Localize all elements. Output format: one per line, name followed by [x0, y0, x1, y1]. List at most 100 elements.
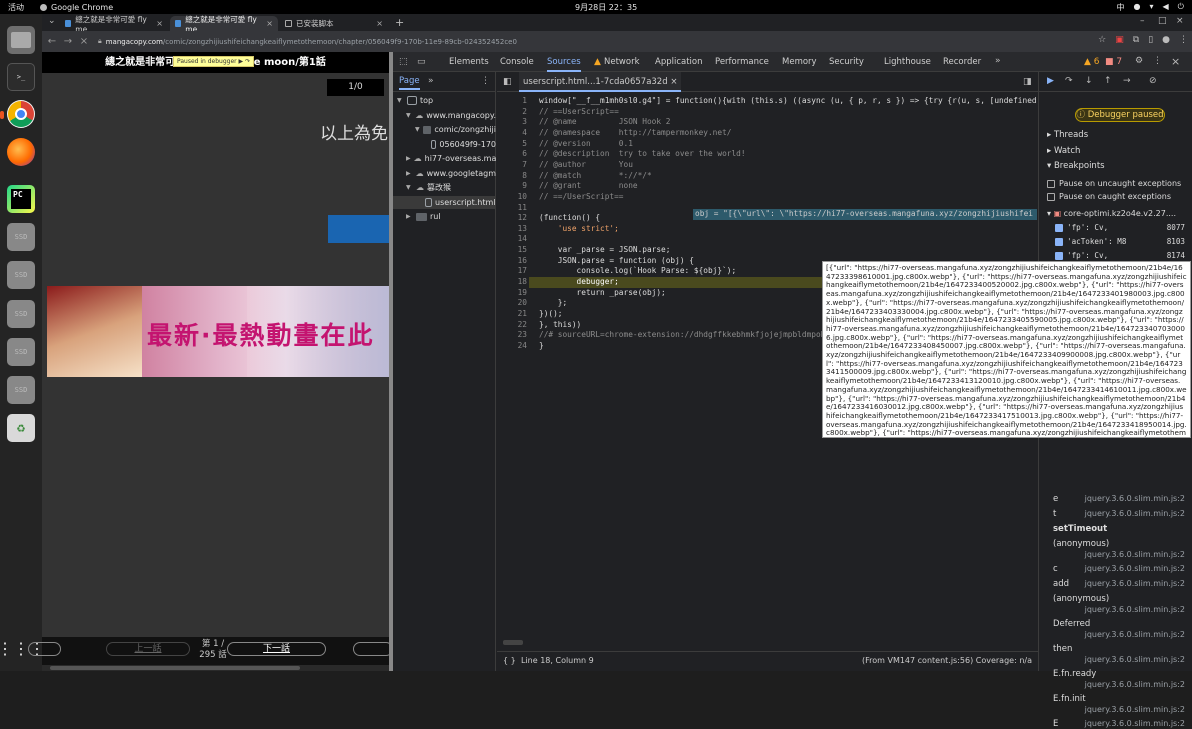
frame-location[interactable]: jquery.3.6.0.slim.min.js:2: [1085, 605, 1185, 614]
chrome-icon[interactable]: [7, 100, 35, 128]
line-number[interactable]: 23: [497, 330, 527, 339]
ssd-drive-icon[interactable]: SSD: [7, 261, 35, 289]
login-button[interactable]: [328, 215, 389, 243]
line-number[interactable]: 11: [497, 203, 527, 212]
section-watch[interactable]: ▸ Watch: [1047, 146, 1192, 156]
close-devtools-icon[interactable]: ×: [1171, 55, 1180, 68]
resume-icon[interactable]: ▶: [239, 58, 244, 65]
tab-sources[interactable]: Sources: [547, 52, 581, 72]
window-minimize-icon[interactable]: –: [1140, 16, 1145, 26]
activities-button[interactable]: 活动: [8, 2, 24, 13]
expanded-arrow-icon[interactable]: ▼: [406, 184, 413, 191]
editor-tab-close-icon[interactable]: ×: [670, 77, 677, 87]
breakpoint-checkbox[interactable]: [1055, 238, 1063, 246]
app-menu[interactable]: Google Chrome: [40, 3, 113, 12]
line-number[interactable]: 21: [497, 309, 527, 318]
settings-gear-icon[interactable]: ⚙: [1135, 56, 1143, 66]
network-icon[interactable]: ▾: [1150, 2, 1154, 13]
line-number[interactable]: 1: [497, 96, 527, 105]
line-number[interactable]: 2: [497, 107, 527, 116]
checkbox[interactable]: [1047, 192, 1055, 201]
tab-lighthouse[interactable]: Lighthouse: [884, 52, 931, 72]
next-chapter-button[interactable]: 下一話: [227, 642, 326, 656]
tab-elements[interactable]: Elements: [449, 52, 489, 72]
checkbox[interactable]: [1047, 179, 1055, 188]
frame-location[interactable]: jquery.3.6.0.slim.min.js:2: [1085, 680, 1185, 689]
collapsed-arrow-icon[interactable]: ▶: [406, 155, 411, 162]
tree-item[interactable]: ▶ ☁ hi77-overseas.mar: [393, 152, 500, 165]
forward-icon[interactable]: →: [60, 36, 76, 47]
tab-memory[interactable]: Memory: [782, 52, 817, 72]
deactivate-breakpoints-icon[interactable]: ⊘: [1149, 76, 1157, 86]
navigator-menu-icon[interactable]: ⋮: [481, 76, 490, 86]
line-number[interactable]: 22: [497, 320, 527, 329]
tab-console[interactable]: Console: [500, 52, 534, 72]
more-navigators-icon[interactable]: »: [428, 76, 434, 86]
warnings-badge[interactable]: ▲ 6: [1084, 57, 1100, 67]
line-number[interactable]: 15: [497, 245, 527, 254]
line-number[interactable]: 12: [497, 213, 527, 222]
browser-tab[interactable]: 已安装脚本 ×: [280, 16, 388, 31]
tab-close-icon[interactable]: ×: [266, 19, 273, 28]
profile-icon[interactable]: ●: [1162, 35, 1170, 45]
line-number[interactable]: 14: [497, 234, 527, 243]
pycharm-icon[interactable]: PC: [7, 185, 35, 213]
breakpoint-item[interactable]: 'acToken': M8 8103: [1055, 237, 1192, 246]
step-icon[interactable]: →: [1123, 76, 1131, 86]
pause-uncaught-option[interactable]: Pause on uncaught exceptions: [1047, 179, 1192, 188]
line-number[interactable]: 9: [497, 181, 527, 190]
ad-banner[interactable]: 最新·最熱動畫在此: [47, 286, 389, 377]
new-tab-icon[interactable]: +: [395, 16, 404, 29]
tree-item[interactable]: ▼ ☁ www.mangacopy.: [393, 109, 496, 122]
tab-network[interactable]: Network: [604, 52, 640, 72]
clock[interactable]: 9月28日 22：35: [575, 2, 637, 13]
collapsed-arrow-icon[interactable]: ▶: [406, 213, 413, 220]
ssd-drive-icon[interactable]: SSD: [7, 300, 35, 328]
left-edge-button[interactable]: [28, 642, 61, 656]
source-origin[interactable]: (From VM147 content.js:56) Coverage: n/a: [862, 656, 1032, 665]
tab-application[interactable]: Application: [655, 52, 703, 72]
line-number[interactable]: 19: [497, 288, 527, 297]
tab-close-icon[interactable]: ×: [156, 19, 163, 28]
trash-icon[interactable]: ♻: [7, 414, 35, 442]
tree-item[interactable]: ▼ ☁ 篡改猴: [393, 181, 496, 194]
frame-location[interactable]: jquery.3.6.0.slim.min.js:2: [1085, 705, 1185, 714]
expanded-arrow-icon[interactable]: ▼: [397, 97, 404, 104]
tree-item[interactable]: ▶ ☁ www.googletagm: [393, 167, 496, 180]
browser-tab-active[interactable]: 總之就是非常可愛 fly me ×: [170, 15, 278, 34]
device-toolbar-icon[interactable]: ▭: [417, 57, 426, 67]
chrome-menu-icon[interactable]: ⋮: [1179, 35, 1188, 45]
line-number[interactable]: 4: [497, 128, 527, 137]
breakpoint-item[interactable]: 'fp': Cv, 8077: [1055, 223, 1192, 232]
extensions-puzzle-icon[interactable]: ⧉: [1133, 35, 1139, 45]
extension-badge-icon[interactable]: ▣: [1115, 35, 1124, 45]
right-edge-button[interactable]: [353, 642, 393, 656]
frame-location[interactable]: jquery.3.6.0.slim.min.js:2: [1085, 630, 1185, 639]
errors-badge[interactable]: ■ 7: [1105, 57, 1122, 67]
expanded-arrow-icon[interactable]: ▼: [415, 126, 420, 133]
section-breakpoints[interactable]: ▾ Breakpoints: [1047, 161, 1192, 171]
navigator-tab-page[interactable]: Page: [399, 76, 420, 90]
breakpoint-checkbox[interactable]: [1055, 252, 1063, 260]
collapsed-arrow-icon[interactable]: ▶: [406, 170, 413, 177]
accessibility-icon[interactable]: ●: [1134, 2, 1141, 13]
line-number[interactable]: 24: [497, 341, 527, 350]
frame-location[interactable]: jquery.3.6.0.slim.min.js:2: [1085, 719, 1185, 728]
line-number[interactable]: 13: [497, 224, 527, 233]
prev-chapter-button[interactable]: 上一話: [106, 642, 190, 656]
section-threads[interactable]: ▸ Threads: [1047, 130, 1192, 140]
tab-close-icon[interactable]: ×: [376, 19, 383, 28]
step-over-icon[interactable]: ↷: [1065, 76, 1073, 86]
sidepanel-icon[interactable]: ▯: [1148, 35, 1153, 45]
frame-location[interactable]: jquery.3.6.0.slim.min.js:2: [1085, 550, 1185, 559]
ssd-drive-icon[interactable]: SSD: [7, 338, 35, 366]
breakpoint-item[interactable]: 'fp': Cv, 8174: [1055, 251, 1192, 260]
back-icon[interactable]: ←: [44, 36, 60, 47]
scroll-thumb[interactable]: [50, 666, 300, 670]
bookmark-star-icon[interactable]: ☆: [1098, 35, 1106, 45]
step-into-icon[interactable]: ↓: [1085, 76, 1093, 86]
editor-tab-userscript[interactable]: userscript.html...1-7cda0657a32d ×: [519, 72, 682, 92]
line-number[interactable]: 7: [497, 160, 527, 169]
line-number[interactable]: 5: [497, 139, 527, 148]
editor-scroll-thumb[interactable]: [503, 640, 523, 645]
